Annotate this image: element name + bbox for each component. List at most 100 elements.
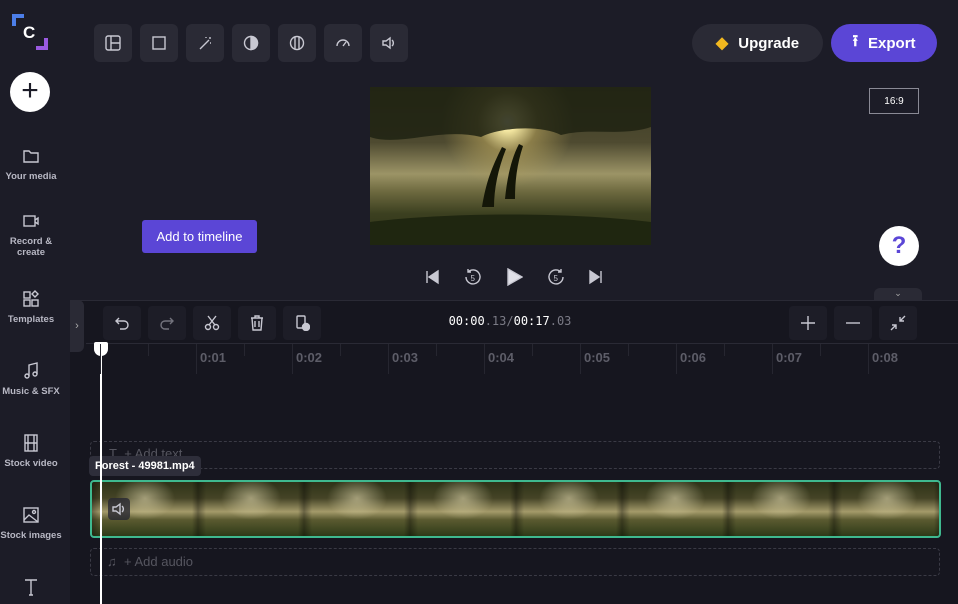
ruler-tick bbox=[820, 344, 821, 356]
skip-back-icon[interactable] bbox=[424, 269, 440, 285]
scissors-icon bbox=[204, 315, 220, 331]
help-button[interactable]: ? bbox=[879, 226, 919, 266]
ruler-tick bbox=[292, 344, 293, 374]
sidebar-item-templates[interactable]: Templates bbox=[0, 290, 62, 325]
redo-icon bbox=[160, 317, 174, 330]
ruler-label: 0:05 bbox=[584, 350, 611, 365]
filter-icon bbox=[289, 35, 305, 51]
sidebar-item-your-media[interactable]: Your media bbox=[0, 147, 62, 182]
label: Music & SFX bbox=[2, 386, 60, 397]
split-button[interactable] bbox=[193, 306, 231, 340]
speed-button[interactable] bbox=[324, 24, 362, 62]
volume-icon bbox=[382, 36, 394, 50]
ruler-tick bbox=[340, 344, 341, 356]
chevron-down-icon: ⌄ bbox=[894, 288, 902, 298]
video-preview bbox=[370, 87, 651, 245]
add-to-timeline-button[interactable]: Add to timeline bbox=[142, 220, 257, 253]
separator: / bbox=[506, 314, 514, 328]
text-track[interactable]: T + Add text bbox=[90, 441, 940, 469]
zoom-out-button[interactable] bbox=[834, 306, 872, 340]
music-icon bbox=[24, 362, 38, 379]
sidebar: C + Your media Record & create Templates… bbox=[0, 0, 70, 604]
clip-volume-button[interactable] bbox=[108, 498, 130, 520]
svg-text:5: 5 bbox=[470, 274, 475, 283]
text-icon bbox=[25, 579, 37, 596]
export-button[interactable]: ⭱ Export bbox=[831, 24, 937, 62]
upgrade-button[interactable]: ◆ Upgrade bbox=[692, 24, 823, 62]
folder-icon bbox=[23, 150, 39, 163]
total-time: 00:17 bbox=[513, 314, 550, 328]
ruler-tick bbox=[100, 344, 101, 374]
ruler-label: 0:01 bbox=[200, 350, 227, 365]
ruler-tick bbox=[580, 344, 581, 374]
playhead[interactable] bbox=[100, 344, 102, 604]
label: Stock images bbox=[0, 530, 62, 541]
ruler-tick bbox=[388, 344, 389, 374]
ruler-tick bbox=[676, 344, 677, 374]
playback-controls: 5 5 bbox=[424, 266, 604, 288]
video-clip[interactable] bbox=[90, 480, 941, 538]
playhead-handle[interactable] bbox=[94, 342, 108, 356]
ruler-tick bbox=[436, 344, 437, 356]
current-time: 00:00 bbox=[448, 314, 485, 328]
ruler-tick bbox=[148, 344, 149, 356]
volume-button[interactable] bbox=[370, 24, 408, 62]
current-frames: .13 bbox=[484, 314, 507, 328]
rewind-5-icon[interactable]: 5 bbox=[463, 267, 483, 287]
label: Your media bbox=[5, 171, 57, 182]
ruler-tick bbox=[868, 344, 869, 374]
export-label: Export bbox=[868, 34, 916, 52]
ruler-label: 0:03 bbox=[392, 350, 419, 365]
speed-icon bbox=[336, 39, 350, 47]
expand-sidebar-button[interactable]: › bbox=[70, 300, 84, 352]
aspect-ratio-button[interactable]: 16:9 bbox=[869, 88, 919, 114]
zoom-in-button[interactable] bbox=[789, 306, 827, 340]
ruler-label: 0:08 bbox=[872, 350, 899, 365]
volume-icon bbox=[112, 502, 124, 516]
filter-button[interactable] bbox=[278, 24, 316, 62]
duplicate-button[interactable] bbox=[283, 306, 321, 340]
label: Record & create bbox=[9, 236, 53, 258]
clip-name-label: Forest - 49981.mp4 bbox=[89, 456, 201, 476]
chevron-right-icon: › bbox=[75, 320, 79, 332]
undo-icon bbox=[115, 317, 129, 330]
skip-forward-icon[interactable] bbox=[588, 269, 604, 285]
gem-icon: ◆ bbox=[715, 35, 729, 52]
contrast-icon bbox=[243, 35, 259, 51]
ruler-tick bbox=[532, 344, 533, 356]
svg-text:C: C bbox=[23, 23, 35, 42]
ruler-label: 0:06 bbox=[680, 350, 707, 365]
magic-button[interactable] bbox=[186, 24, 224, 62]
sidebar-item-text[interactable] bbox=[0, 578, 62, 602]
time-display: 00:00.13/00:17.03 bbox=[420, 314, 600, 328]
plus-icon bbox=[801, 316, 815, 330]
ruler-tick bbox=[244, 344, 245, 356]
label: Stock video bbox=[4, 458, 58, 469]
undo-button[interactable] bbox=[103, 306, 141, 340]
sidebar-item-stock-images[interactable]: Stock images bbox=[0, 506, 62, 541]
fit-button[interactable] bbox=[879, 306, 917, 340]
redo-button[interactable] bbox=[148, 306, 186, 340]
crop-icon bbox=[152, 36, 166, 50]
ruler-label: 0:04 bbox=[488, 350, 515, 365]
collapse-icon bbox=[890, 315, 906, 331]
forward-5-icon[interactable]: 5 bbox=[546, 267, 566, 287]
add-audio-label: ♫ + Add audio bbox=[107, 554, 194, 569]
layout-button[interactable] bbox=[94, 24, 132, 62]
play-icon[interactable] bbox=[505, 268, 523, 286]
music-icon: ♫ bbox=[107, 554, 117, 569]
sidebar-item-music[interactable]: Music & SFX bbox=[0, 362, 62, 397]
svg-text:5: 5 bbox=[553, 274, 558, 283]
upload-icon: ⭱ bbox=[852, 32, 859, 50]
delete-button[interactable] bbox=[238, 306, 276, 340]
crop-button[interactable] bbox=[140, 24, 178, 62]
add-button[interactable]: + bbox=[10, 72, 50, 112]
ruler-label: 0:07 bbox=[776, 350, 803, 365]
adjust-button[interactable] bbox=[232, 24, 270, 62]
label: Templates bbox=[7, 314, 55, 325]
sidebar-item-stock-video[interactable]: Stock video bbox=[0, 434, 62, 469]
sidebar-item-record[interactable]: Record & create bbox=[0, 212, 62, 258]
audio-track[interactable]: ♫ + Add audio bbox=[90, 548, 940, 576]
film-icon bbox=[24, 434, 38, 452]
ruler-tick bbox=[196, 344, 197, 374]
